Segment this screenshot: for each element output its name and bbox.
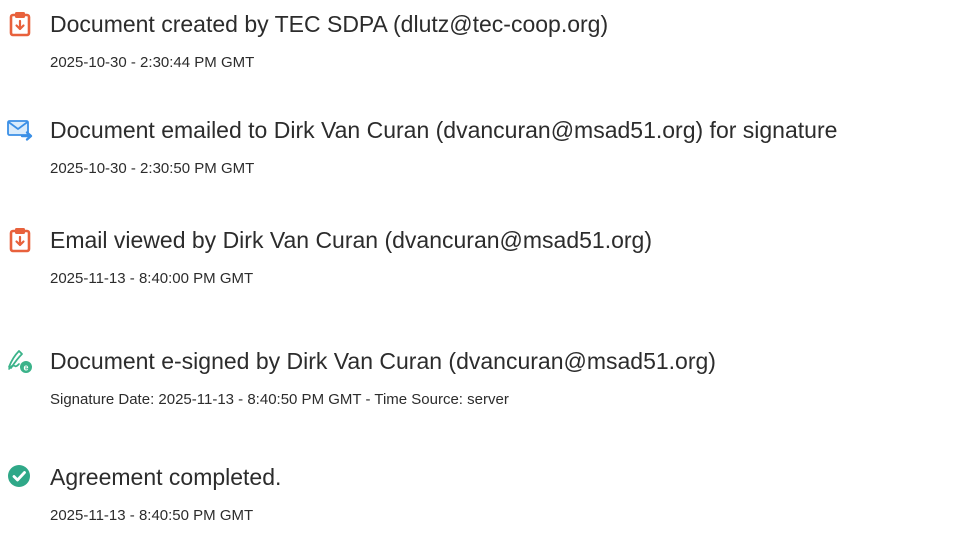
history-event-created: Document created by TEC SDPA (dlutz@tec-… xyxy=(0,10,964,100)
event-signature-detail: Signature Date: 2025-11-13 - 8:40:50 PM … xyxy=(50,391,509,408)
event-title: Document emailed to Dirk Van Curan (dvan… xyxy=(50,117,838,143)
event-title: Email viewed by Dirk Van Curan (dvancura… xyxy=(50,227,653,253)
history-event-viewed: Email viewed by Dirk Van Curan (dvancura… xyxy=(0,226,964,316)
event-timestamp: 2025-10-30 - 2:30:44 PM GMT xyxy=(50,54,255,71)
event-timestamp: 2025-11-13 - 8:40:50 PM GMT xyxy=(50,507,254,524)
event-title: Agreement completed. xyxy=(50,464,282,490)
document-icon xyxy=(6,226,34,254)
history-event-emailed: Document emailed to Dirk Van Curan (dvan… xyxy=(0,116,964,206)
event-timestamp: 2025-11-13 - 8:40:00 PM GMT xyxy=(50,270,254,287)
document-icon xyxy=(6,10,34,38)
check-circle-icon xyxy=(6,463,34,491)
history-event-signed: e Document e-signed by Dirk Van Curan (d… xyxy=(0,347,964,437)
event-title: Document created by TEC SDPA (dlutz@tec-… xyxy=(50,11,609,37)
event-title: Document e-signed by Dirk Van Curan (dva… xyxy=(50,348,716,374)
svg-text:e: e xyxy=(23,363,28,373)
event-timestamp: 2025-10-30 - 2:30:50 PM GMT xyxy=(50,160,255,177)
history-event-completed: Agreement completed. 2025-11-13 - 8:40:5… xyxy=(0,463,964,535)
e-sign-pen-icon: e xyxy=(6,347,34,375)
email-sent-icon xyxy=(6,116,34,144)
